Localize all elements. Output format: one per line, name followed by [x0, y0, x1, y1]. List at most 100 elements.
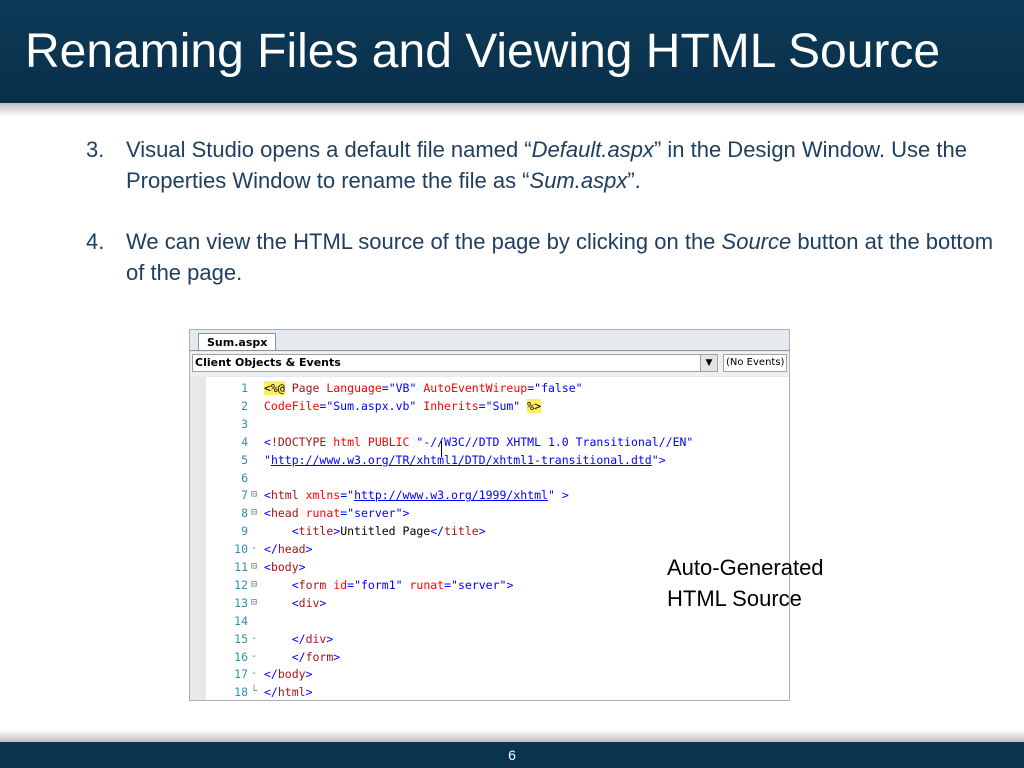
code-line: 14 [190, 612, 789, 630]
code-token: > [305, 667, 313, 682]
code-token: form [305, 649, 334, 664]
bullet-text: We can view the HTML source of the page … [126, 229, 722, 254]
line-number: 4 [241, 434, 248, 449]
line-number: 8 [241, 506, 248, 521]
code-token: > [478, 524, 486, 539]
line-number: 18 [234, 685, 248, 700]
code-token: > [402, 506, 410, 521]
code-token: "server" [451, 577, 507, 592]
code-token: id [333, 577, 348, 592]
code-token: < [291, 577, 299, 592]
bullet-italic: Default.aspx [531, 137, 654, 162]
code-token: form [298, 577, 327, 592]
tabstrip-divider [190, 350, 789, 351]
code-token: " [264, 452, 271, 467]
code-line: 7 ⊟ <html xmlns="http://www.w3.org/1999/xh… [190, 486, 789, 504]
code-token: AutoEventWireup [423, 381, 528, 395]
events-dropdown[interactable]: (No Events) [723, 354, 787, 372]
code-line: 1 <%@ Page Language="VB" AutoEventWireup=… [190, 379, 789, 397]
code-token: </ [264, 667, 278, 682]
code-token: "Sum.aspx.vb" [326, 398, 417, 413]
fold-toggle-icon[interactable]: ⊟ [251, 486, 260, 504]
code-line: 18 └ </html> [190, 683, 789, 700]
code-line: 4 <!DOCTYPE html PUBLIC "-//W3C//DTD XHTM… [190, 433, 789, 451]
code-token: body [270, 560, 299, 574]
code-text: <body> [264, 558, 306, 576]
code-line: 17- </body> [190, 665, 789, 683]
bullet-item: 4. We can view the HTML source of the pa… [84, 226, 994, 288]
code-line: 5 "http://www.w3.org/TR/xhtml1/DTD/xhtml1… [190, 451, 789, 469]
navigation-bar: Client Objects & Events ▼ (No Events) [190, 352, 789, 376]
code-text: CodeFile="Sum.aspx.vb" Inherits="Sum" %> [264, 397, 542, 415]
code-token: < [264, 488, 271, 503]
code-token: < [264, 506, 271, 521]
code-line: 6 [190, 469, 789, 487]
fold-toggle-icon[interactable]: ⊟ [251, 576, 260, 594]
bullet-italic: Sum.aspx [529, 168, 628, 193]
code-token: @ [277, 381, 285, 395]
bullet-number: 4. [86, 229, 105, 254]
code-token: runat [305, 506, 341, 521]
code-text: </head> [264, 540, 313, 558]
code-text: <head runat="server"> [264, 504, 409, 522]
bullet-list: 3. Visual Studio opens a default file na… [84, 134, 994, 318]
code-line: 8 ⊟ <head runat="server"> [190, 504, 789, 522]
fold-toggle-icon[interactable]: ⊟ [251, 594, 260, 612]
code-token: = [478, 398, 486, 413]
line-number: 5 [241, 452, 248, 467]
footer-bar: 6 [0, 742, 1024, 768]
line-number: 16 [234, 649, 248, 664]
line-number: 17 [234, 667, 248, 682]
line-number: 14 [234, 613, 248, 628]
code-token: < [264, 434, 271, 449]
fold-toggle-icon[interactable]: ⊟ [251, 558, 260, 576]
code-token: head [270, 506, 299, 521]
title-bar: Renaming Files and Viewing HTML Source [0, 0, 1024, 103]
code-token: CodeFile [264, 398, 320, 413]
code-token: http://www.w3.org/TR/xhtml1/DTD/xhtml1-t… [270, 452, 652, 467]
code-token: html [277, 685, 306, 700]
code-text: </div> [264, 630, 334, 648]
code-token: "-//W3C//DTD XHTML 1.0 Transitional//EN" [416, 434, 694, 449]
code-token: <% [264, 381, 278, 395]
fold-toggle-icon[interactable]: - [251, 648, 260, 666]
code-token: head [277, 542, 306, 557]
code-token: Untitled Page [340, 524, 431, 539]
code-token: = [444, 577, 452, 592]
line-number: 11 [234, 560, 248, 574]
fold-toggle-icon[interactable]: └ [251, 683, 260, 700]
file-tab[interactable]: Sum.aspx [198, 333, 277, 351]
bullet-item: 3. Visual Studio opens a default file na… [84, 134, 994, 196]
code-token: title [298, 524, 334, 539]
code-token: < [264, 560, 271, 574]
objects-dropdown[interactable]: Client Objects & Events ▼ [192, 354, 718, 372]
fold-toggle-icon[interactable]: - [251, 630, 260, 648]
code-token: " [651, 452, 659, 467]
fold-toggle-icon[interactable]: - [251, 540, 260, 558]
code-token: body [277, 667, 306, 682]
code-token: Language [326, 381, 382, 395]
code-token: "form1" [354, 577, 403, 592]
code-token: div [305, 631, 327, 646]
chevron-down-icon[interactable]: ▼ [700, 355, 717, 371]
code-area[interactable]: 1 <%@ Page Language="VB" AutoEventWireup=… [190, 377, 789, 700]
line-number: 3 [241, 416, 248, 431]
code-token: </ [430, 524, 445, 539]
fold-toggle-icon[interactable]: ⊟ [251, 504, 260, 522]
code-token: "server" [347, 506, 403, 521]
line-number: 15 [234, 631, 248, 646]
line-number: 9 [241, 524, 248, 539]
code-token: > [305, 542, 313, 557]
code-token: > [333, 649, 341, 664]
code-text: <title>Untitled Page</title> [264, 522, 486, 540]
fold-toggle-icon[interactable]: - [251, 665, 260, 683]
code-token: = [381, 381, 389, 395]
code-token: </ [291, 631, 306, 646]
bullet-text: Visual Studio opens a default file named… [126, 137, 532, 162]
